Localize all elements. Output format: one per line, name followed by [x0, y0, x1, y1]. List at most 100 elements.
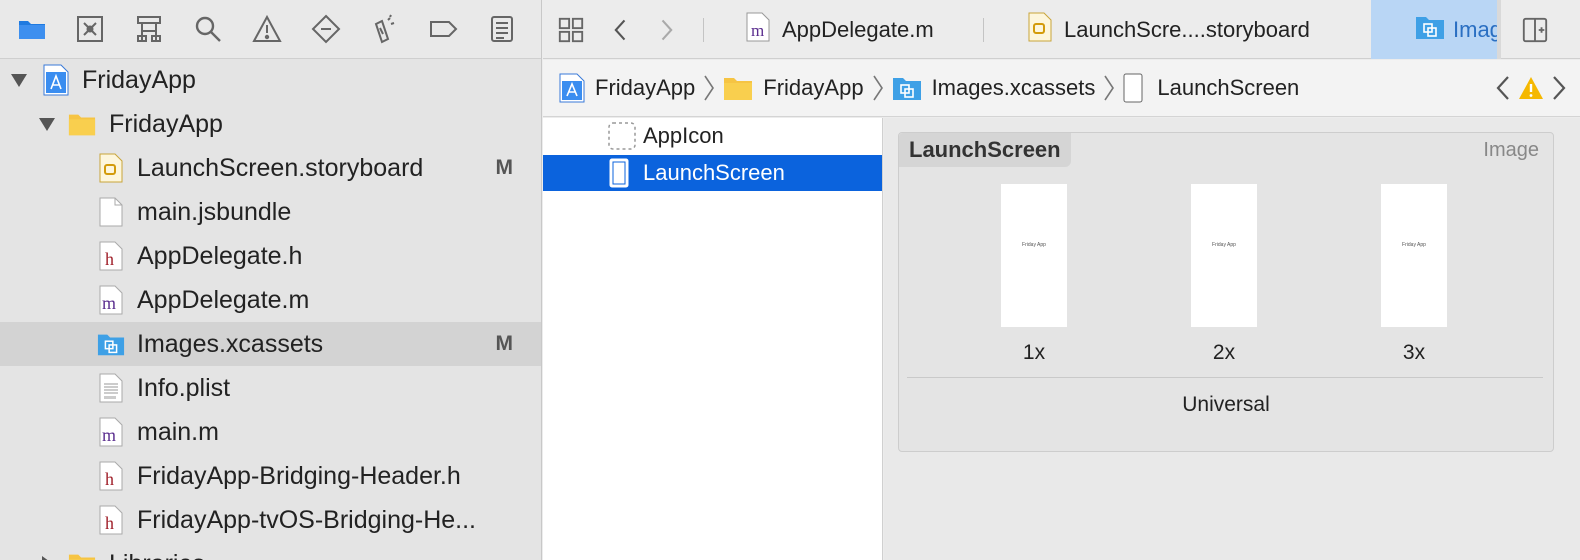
image-slot-2x[interactable]: Friday App: [1191, 184, 1257, 327]
breadcrumb-label: LaunchScreen: [1157, 75, 1300, 100]
disclosure-down-icon[interactable]: [37, 114, 57, 134]
next-issue-icon[interactable]: [1550, 74, 1568, 108]
find-navigator-icon[interactable]: [188, 9, 227, 49]
tree-row[interactable]: Libraries: [0, 542, 541, 560]
tree-row-label: Libraries: [109, 550, 205, 560]
tree-row[interactable]: main.jsbundle: [0, 190, 541, 234]
asset-catalog-icon: [1415, 14, 1445, 46]
storyboard-file-icon: [97, 151, 125, 185]
storyboard-file-icon: [1028, 12, 1052, 48]
warning-icon[interactable]: [1518, 75, 1544, 107]
chevron-right-icon: [703, 75, 715, 101]
device-group-label: Universal: [1182, 393, 1270, 416]
disclosure-down-icon[interactable]: [9, 70, 29, 90]
breadcrumb-label: Images.xcassets: [931, 75, 1096, 100]
header-file-icon: h: [97, 503, 125, 537]
chevron-right-icon: [872, 75, 884, 101]
tab-images-xcassets[interactable]: Imag: [1371, 0, 1497, 59]
image-set-name[interactable]: LaunchScreen: [899, 133, 1071, 167]
chevron-right-icon: [1103, 75, 1115, 101]
breakpoint-navigator-icon[interactable]: [423, 9, 462, 49]
test-navigator-icon[interactable]: [306, 9, 345, 49]
previous-issue-icon[interactable]: [1494, 74, 1512, 108]
project-icon: [559, 73, 585, 103]
breadcrumb-image-set[interactable]: LaunchScreen: [1123, 73, 1299, 103]
issue-navigator-icon[interactable]: [247, 9, 286, 49]
breadcrumb-label: FridayApp: [595, 75, 696, 100]
tree-row[interactable]: h FridayApp-tvOS-Bridging-He...: [0, 498, 541, 542]
tab-label: AppDelegate.m: [782, 16, 934, 42]
debug-navigator-icon[interactable]: [365, 9, 404, 49]
svg-text:m: m: [102, 425, 116, 445]
objc-file-icon: m: [97, 415, 125, 449]
tree-row-label: LaunchScreen.storyboard: [137, 154, 424, 182]
header-file-icon: h: [97, 459, 125, 493]
project-navigator: FridayApp FridayApp LaunchScreen.storyboar…: [0, 0, 542, 560]
asset-label: LaunchScreen: [643, 160, 785, 185]
tree-row[interactable]: Images.xcassets M: [0, 322, 541, 366]
asset-label: AppIcon: [643, 123, 724, 148]
breadcrumb-asset-catalog[interactable]: Images.xcassets: [892, 75, 1096, 101]
image-set-box[interactable]: LaunchScreen Image Friday App 1x Friday …: [898, 132, 1554, 452]
tree-row[interactable]: FridayApp: [0, 58, 541, 102]
tree-row-label: FridayApp-Bridging-Header.h: [137, 462, 461, 490]
plist-file-icon: [97, 371, 125, 405]
image-slot-3x[interactable]: Friday App: [1381, 184, 1447, 327]
tree-row-label: AppDelegate.h: [137, 242, 303, 270]
tab-launchscreen-storyboard[interactable]: LaunchScre....storyboard: [1028, 0, 1328, 59]
tab-overflow-edge: [1497, 0, 1501, 59]
scale-label-3x: 3x: [1402, 341, 1426, 364]
scm-status-badge: M: [495, 156, 514, 179]
asset-row-launchscreen[interactable]: LaunchScreen: [543, 155, 882, 191]
tree-row-label: Info.plist: [137, 374, 231, 402]
image-slot-1x[interactable]: Friday App: [1001, 184, 1067, 327]
project-navigator-icon[interactable]: [12, 9, 51, 49]
tree-row[interactable]: Info.plist: [0, 366, 541, 410]
svg-text:m: m: [102, 293, 116, 313]
folder-icon: [68, 547, 96, 560]
tree-row-label: FridayApp: [82, 66, 196, 94]
tab-appdelegate-m[interactable]: m AppDelegate.m: [746, 0, 986, 59]
tree-row-label: main.jsbundle: [137, 198, 292, 226]
tree-row-label: AppDelegate.m: [137, 286, 310, 314]
asset-list: AppIcon LaunchScreen: [543, 118, 883, 560]
slot-image-caption: Friday App: [1022, 242, 1046, 248]
project-icon: [42, 63, 70, 97]
tree-row[interactable]: h FridayApp-Bridging-Header.h: [0, 454, 541, 498]
image-set-icon: [1123, 73, 1143, 103]
folder-icon: [723, 75, 753, 101]
report-navigator-icon[interactable]: [482, 9, 521, 49]
tree-row-label: Images.xcassets: [137, 330, 324, 358]
tree-row[interactable]: h AppDelegate.h: [0, 234, 541, 278]
tree-row[interactable]: LaunchScreen.storyboard M: [0, 146, 541, 190]
back-icon[interactable]: [601, 10, 641, 50]
breadcrumb-project[interactable]: FridayApp: [559, 73, 695, 103]
tree-row-label: FridayApp-tvOS-Bridging-He...: [137, 506, 477, 534]
split-editor-icon[interactable]: [1515, 10, 1555, 50]
related-items-icon[interactable]: [551, 10, 591, 50]
objc-file-icon: m: [746, 12, 770, 48]
disclosure-right-icon[interactable]: [37, 554, 57, 560]
symbol-navigator-icon[interactable]: [130, 9, 169, 49]
asset-catalog-icon: [97, 327, 125, 361]
tree-row[interactable]: m main.m: [0, 410, 541, 454]
scale-label-1x: 1x: [1022, 341, 1046, 364]
scm-status-badge: M: [495, 332, 514, 355]
slot-image-caption: Friday App: [1212, 242, 1236, 248]
tree-row[interactable]: FridayApp: [0, 102, 541, 146]
forward-icon[interactable]: [646, 10, 686, 50]
tab-label: Imag: [1453, 16, 1497, 42]
svg-text:h: h: [105, 513, 114, 533]
scale-label-2x: 2x: [1212, 341, 1236, 364]
tree-row[interactable]: m AppDelegate.m: [0, 278, 541, 322]
asset-row-appicon[interactable]: AppIcon: [543, 118, 882, 154]
breadcrumb-group[interactable]: FridayApp: [723, 75, 864, 101]
tree-row-label: FridayApp: [109, 110, 223, 138]
asset-detail: LaunchScreen Image Friday App 1x Friday …: [884, 118, 1580, 560]
asset-catalog-icon: [892, 75, 922, 101]
tree-row-label: main.m: [137, 418, 219, 446]
svg-text:m: m: [751, 21, 764, 40]
image-set-icon: [609, 158, 629, 194]
source-control-icon[interactable]: [71, 9, 110, 49]
objc-file-icon: m: [97, 283, 125, 317]
